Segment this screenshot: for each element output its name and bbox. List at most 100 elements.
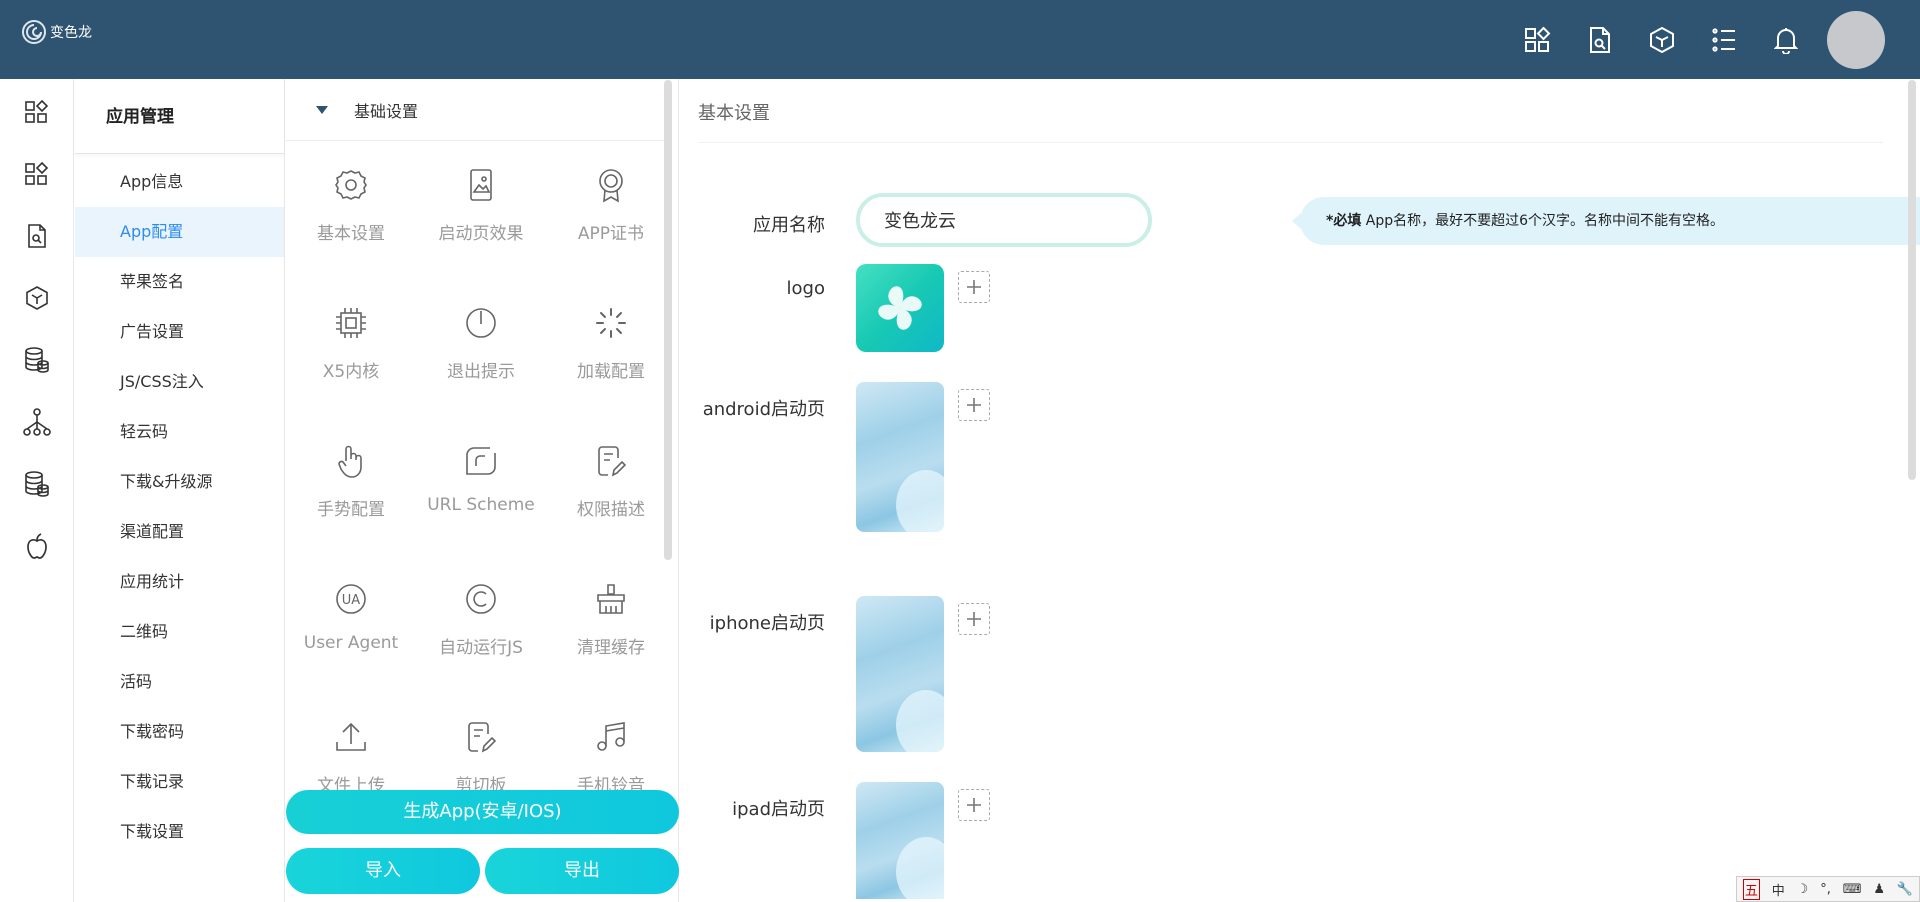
upload-icon bbox=[331, 717, 371, 757]
add-iphone-splash-button[interactable] bbox=[958, 603, 990, 635]
feature-label: 基本设置 bbox=[317, 224, 385, 244]
feature-label: 加载配置 bbox=[577, 362, 645, 382]
feature-label: APP证书 bbox=[577, 224, 645, 244]
ime-punct[interactable]: °, bbox=[1820, 882, 1831, 897]
generate-app-button[interactable]: 生成App(安卓/IOS) bbox=[286, 790, 679, 834]
ipad-splash-label: ipad启动页 bbox=[732, 799, 825, 820]
feature-loading-config[interactable]: 加载配置 bbox=[546, 279, 676, 417]
ipad-splash-image[interactable] bbox=[856, 782, 944, 899]
menu-item-app-info[interactable]: App信息 bbox=[75, 157, 284, 207]
menu-item-live-code[interactable]: 活码 bbox=[75, 657, 284, 707]
chip-icon bbox=[331, 303, 371, 343]
content-scrollbar[interactable] bbox=[1908, 80, 1916, 480]
plus-icon bbox=[967, 612, 981, 626]
menu-item-download-settings[interactable]: 下载设置 bbox=[75, 807, 284, 857]
hand-icon bbox=[331, 441, 371, 481]
settings-content: 基本设置 应用名称 *必填 App名称，最好不要超过6个汉字。名称中间不能有空格… bbox=[680, 79, 1920, 902]
feature-label: 手势配置 bbox=[317, 500, 385, 520]
menu-item-download-password[interactable]: 下载密码 bbox=[75, 707, 284, 757]
ime-moon-icon[interactable]: ☽ bbox=[1797, 882, 1809, 897]
bell-icon[interactable] bbox=[1755, 0, 1817, 79]
app-name-input[interactable] bbox=[856, 193, 1152, 247]
feature-exit-prompt[interactable]: 退出提示 bbox=[416, 279, 546, 417]
feature-label: X5内核 bbox=[322, 362, 380, 382]
export-button[interactable]: 导出 bbox=[485, 848, 679, 894]
features-panel: 基础设置 基本设置 启动页效果 APP证书 X5内核 退出提示 加载配置 手势配… bbox=[286, 79, 679, 902]
app-logo-image[interactable] bbox=[856, 264, 944, 352]
android-splash-label: android启动页 bbox=[702, 399, 825, 420]
feature-gesture-config[interactable]: 手势配置 bbox=[286, 417, 416, 555]
ua-icon: UA bbox=[331, 579, 371, 619]
phone-image-icon bbox=[461, 165, 501, 205]
add-android-splash-button[interactable] bbox=[958, 389, 990, 421]
svg-text:UA: UA bbox=[342, 593, 361, 608]
tip-required: *必填 bbox=[1326, 213, 1362, 229]
add-logo-button[interactable] bbox=[958, 271, 990, 303]
box-icon[interactable] bbox=[1631, 0, 1693, 79]
feature-app-certificate[interactable]: APP证书 bbox=[546, 141, 676, 279]
chameleon-logo-icon bbox=[22, 20, 46, 44]
features-scrollbar[interactable] bbox=[664, 80, 672, 560]
feature-splash-effect[interactable]: 启动页效果 bbox=[416, 141, 546, 279]
android-splash-image[interactable] bbox=[856, 382, 944, 532]
section-title: 基本设置 bbox=[698, 103, 770, 124]
section-divider bbox=[698, 142, 1883, 143]
add-ipad-splash-button[interactable] bbox=[958, 789, 990, 821]
menu-item-js-css-inject[interactable]: JS/CSS注入 bbox=[75, 357, 284, 407]
feature-label: 退出提示 bbox=[447, 362, 515, 382]
feature-clear-cache[interactable]: 清理缓存 bbox=[546, 555, 676, 693]
feature-user-agent[interactable]: UA User Agent bbox=[286, 555, 416, 693]
feature-x5-kernel[interactable]: X5内核 bbox=[286, 279, 416, 417]
app-logo-text: 变色龙 bbox=[50, 25, 92, 41]
plus-icon bbox=[967, 398, 981, 412]
ime-user-icon[interactable]: ♟ bbox=[1873, 882, 1885, 897]
features-section-header[interactable]: 基础设置 bbox=[286, 79, 664, 141]
caret-down-icon bbox=[316, 105, 328, 114]
document-icon[interactable] bbox=[0, 205, 74, 267]
feature-label: 自动运行JS bbox=[439, 638, 523, 658]
sitemap-icon[interactable] bbox=[0, 391, 74, 453]
document-icon[interactable] bbox=[1569, 0, 1631, 79]
apple-icon[interactable] bbox=[0, 515, 74, 577]
menu-list: App信息 App配置 苹果签名 广告设置 JS/CSS注入 轻云码 下载&升级… bbox=[75, 157, 284, 857]
iphone-splash-image[interactable] bbox=[856, 596, 944, 752]
menu-item-app-config[interactable]: App配置 bbox=[75, 207, 284, 257]
feature-label: 权限描述 bbox=[577, 500, 645, 520]
power-icon bbox=[461, 303, 501, 343]
menu-item-ad-settings[interactable]: 广告设置 bbox=[75, 307, 284, 357]
ime-wubi[interactable]: 五 bbox=[1742, 878, 1760, 900]
ime-chinese[interactable]: 中 bbox=[1772, 880, 1785, 899]
ime-keyboard-icon[interactable]: ⌨ bbox=[1843, 882, 1862, 897]
avatar[interactable] bbox=[1827, 10, 1885, 69]
gear-icon bbox=[331, 165, 371, 205]
feature-basic-settings[interactable]: 基本设置 bbox=[286, 141, 416, 279]
copyright-icon bbox=[461, 579, 501, 619]
menu-item-apple-sign[interactable]: 苹果签名 bbox=[75, 257, 284, 307]
menu-item-qrcode[interactable]: 二维码 bbox=[75, 607, 284, 657]
menu-item-light-cloud-code[interactable]: 轻云码 bbox=[75, 407, 284, 457]
list-icon[interactable] bbox=[1693, 0, 1755, 79]
database-icon[interactable] bbox=[0, 453, 74, 515]
feature-auto-run-js[interactable]: 自动运行JS bbox=[416, 555, 546, 693]
apps-icon[interactable] bbox=[1507, 0, 1569, 79]
feature-url-scheme[interactable]: URL Scheme bbox=[416, 417, 546, 555]
menu-item-channel-config[interactable]: 渠道配置 bbox=[75, 507, 284, 557]
app-logo[interactable]: 变色龙 bbox=[22, 20, 92, 44]
apps-icon[interactable] bbox=[0, 81, 74, 143]
feature-label: 启动页效果 bbox=[438, 224, 524, 244]
apps-icon[interactable] bbox=[0, 143, 74, 205]
database-icon[interactable] bbox=[0, 329, 74, 391]
menu-item-app-stats[interactable]: 应用统计 bbox=[75, 557, 284, 607]
ime-wrench-icon[interactable]: 🔧 bbox=[1897, 882, 1913, 897]
app-name-tip: *必填 App名称，最好不要超过6个汉字。名称中间不能有空格。 bbox=[1292, 197, 1920, 245]
features-section-title: 基础设置 bbox=[354, 101, 419, 121]
import-button[interactable]: 导入 bbox=[286, 848, 480, 894]
menu-title: 应用管理 bbox=[75, 79, 284, 154]
box-icon[interactable] bbox=[0, 267, 74, 329]
scheme-icon bbox=[461, 441, 501, 481]
feature-permission-desc[interactable]: 权限描述 bbox=[546, 417, 676, 555]
logo-label: logo bbox=[786, 278, 825, 299]
edit-doc-icon bbox=[591, 441, 631, 481]
menu-item-download-records[interactable]: 下载记录 bbox=[75, 757, 284, 807]
menu-item-download-upgrade[interactable]: 下载&升级源 bbox=[75, 457, 284, 507]
